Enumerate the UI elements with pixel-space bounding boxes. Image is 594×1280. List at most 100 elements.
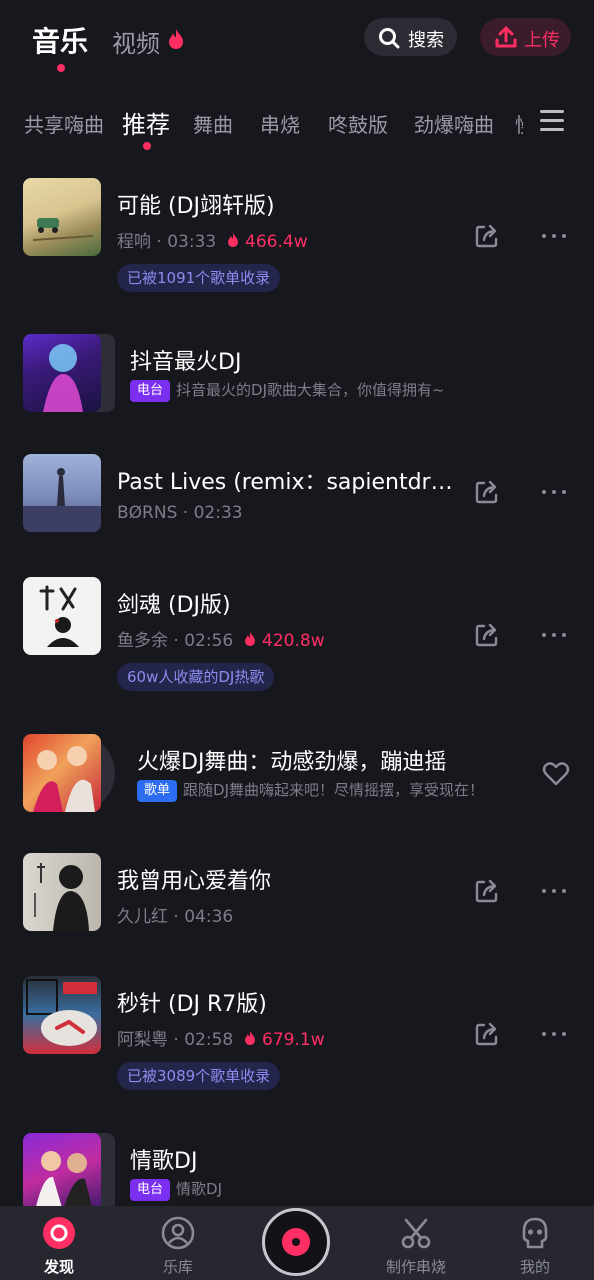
song-title: 秒针 (DJ R7版)	[117, 992, 267, 1017]
song-row[interactable]: 秒针 (DJ R7版) 阿梨粤 · 02:58 679.1w 已被3089个歌单…	[0, 976, 594, 1096]
player-disc-button[interactable]	[262, 1208, 330, 1276]
category-tab[interactable]: 串烧	[260, 109, 300, 138]
collection-subtitle: 电台 情歌DJ	[130, 1178, 222, 1201]
tab-video[interactable]: 视频	[112, 24, 160, 59]
collection-desc: 跟随DJ舞曲嗨起来吧！尽情摇摆，享受现在！	[183, 781, 484, 799]
share-icon[interactable]	[474, 1021, 500, 1047]
menu-icon[interactable]	[536, 108, 568, 134]
heart-icon[interactable]	[542, 760, 570, 786]
song-duration: 02:56	[184, 631, 234, 651]
song-row[interactable]: 我曾用心爱着你 久儿红 · 04:36	[0, 853, 594, 933]
more-icon[interactable]	[542, 631, 568, 639]
song-artist: 鱼多余	[117, 631, 168, 651]
more-icon[interactable]	[542, 488, 568, 496]
upload-icon	[495, 26, 517, 48]
song-tag: 已被1091个歌单收录	[117, 264, 281, 292]
category-tab[interactable]: 劲爆嗨曲	[414, 109, 494, 138]
song-artist: 程响	[117, 232, 151, 252]
more-icon[interactable]	[542, 232, 568, 240]
separator-dot: ·	[156, 232, 162, 252]
collection-subtitle: 歌单 跟随DJ舞曲嗨起来吧！尽情摇摆，享受现在！	[137, 779, 484, 802]
share-icon[interactable]	[474, 479, 500, 505]
song-row[interactable]: 可能 (DJ翊轩版) 程响 · 03:33 466.4w 已被1091个歌单收录	[0, 178, 594, 298]
album-cover	[23, 577, 101, 655]
scissors-icon	[401, 1218, 431, 1249]
collection-row[interactable]: 抖音最火DJ 电台 抖音最火的DJ歌曲大集合，你值得拥有~	[0, 334, 594, 414]
discover-icon	[43, 1217, 75, 1249]
upload-button[interactable]: 上传	[480, 18, 571, 56]
share-icon[interactable]	[474, 878, 500, 904]
song-meta: 阿梨粤 · 02:58 679.1w	[117, 1025, 325, 1050]
fire-icon	[169, 29, 183, 49]
album-cover	[23, 976, 101, 1054]
song-row[interactable]: Past Lives (remix：sapientdr… BØRNS · 02:…	[0, 454, 594, 534]
nav-label: 发现	[43, 1258, 74, 1276]
song-plays: 420.8w	[262, 631, 325, 651]
library-icon	[161, 1216, 195, 1250]
song-duration: 02:58	[184, 1030, 234, 1050]
song-artist: 久儿红	[117, 907, 168, 927]
song-meta: 程响 · 03:33 466.4w	[117, 227, 308, 252]
collection-cover	[23, 734, 115, 812]
category-tab[interactable]: 舞曲	[193, 109, 233, 138]
song-title: 剑魂 (DJ版)	[117, 593, 231, 618]
song-meta: 久儿红 · 04:36	[117, 902, 233, 927]
share-icon[interactable]	[474, 622, 500, 648]
song-meta: 鱼多余 · 02:56 420.8w	[117, 626, 325, 651]
song-title: Past Lives (remix：sapientdr…	[117, 470, 453, 495]
song-title: 可能 (DJ翊轩版)	[117, 194, 275, 219]
song-duration: 03:33	[167, 232, 217, 252]
search-icon	[379, 28, 400, 49]
collection-row[interactable]: 火爆DJ舞曲：动感劲爆，蹦迪摇 歌单 跟随DJ舞曲嗨起来吧！尽情摇摆，享受现在！	[0, 734, 594, 814]
collection-desc: 抖音最火的DJ歌曲大集合，你值得拥有~	[176, 381, 445, 399]
song-title: 我曾用心爱着你	[117, 869, 272, 894]
song-tag: 60w人收藏的DJ热歌	[117, 663, 275, 691]
collection-title: 火爆DJ舞曲：动感劲爆，蹦迪摇	[137, 750, 447, 775]
separator-dot: ·	[173, 631, 179, 651]
song-artist: BØRNS	[117, 503, 178, 523]
nav-discover[interactable]: 发现	[14, 1206, 104, 1280]
album-cover	[23, 454, 101, 532]
more-icon[interactable]	[542, 1030, 568, 1038]
top-bar: 音乐 视频 搜索 上传	[0, 0, 594, 80]
song-tag: 已被3089个歌单收录	[117, 1062, 281, 1090]
search-label: 搜索	[408, 30, 444, 51]
song-row[interactable]: 剑魂 (DJ版) 鱼多余 · 02:56 420.8w 60w人收藏的DJ热歌	[0, 577, 594, 697]
collection-row[interactable]: 情歌DJ 电台 情歌DJ	[0, 1133, 594, 1206]
radio-badge: 电台	[130, 379, 171, 402]
tab-music[interactable]: 音乐	[32, 20, 88, 60]
collection-title: 情歌DJ	[130, 1149, 198, 1174]
fire-icon	[244, 1031, 255, 1045]
nav-label: 制作串烧	[385, 1258, 446, 1276]
category-tab-partial[interactable]: 慢	[515, 109, 523, 138]
nav-library[interactable]: 乐库	[133, 1206, 223, 1280]
category-tab[interactable]: 共享嗨曲	[24, 109, 104, 138]
song-duration: 04:36	[184, 907, 234, 927]
separator-dot: ·	[182, 503, 189, 523]
fire-icon	[244, 632, 255, 646]
nav-label: 我的	[519, 1258, 550, 1276]
nav-make-medley[interactable]: 制作串烧	[371, 1206, 461, 1280]
category-tab-active[interactable]: 推荐	[122, 105, 170, 140]
collection-title: 抖音最火DJ	[130, 350, 242, 375]
collection-desc: 情歌DJ	[176, 1180, 222, 1198]
nav-me[interactable]: 我的	[490, 1206, 580, 1280]
song-artist: 阿梨粤	[117, 1030, 168, 1050]
collection-cover	[23, 334, 115, 412]
collection-cover	[23, 1133, 115, 1206]
category-tabs: 共享嗨曲 推荐 舞曲 串烧 咚鼓版 劲爆嗨曲 慢	[0, 96, 594, 156]
upload-label: 上传	[524, 30, 560, 51]
song-plays: 679.1w	[262, 1030, 325, 1050]
category-indicator	[143, 142, 151, 150]
more-icon[interactable]	[542, 887, 568, 895]
radio-badge: 电台	[130, 1178, 171, 1201]
collection-subtitle: 电台 抖音最火的DJ歌曲大集合，你值得拥有~	[130, 379, 445, 402]
separator-dot: ·	[173, 907, 179, 927]
category-tab[interactable]: 咚鼓版	[328, 109, 388, 138]
share-icon[interactable]	[474, 223, 500, 249]
profile-icon	[522, 1217, 548, 1249]
search-button[interactable]: 搜索	[364, 18, 457, 56]
fire-icon	[227, 233, 238, 247]
vinyl-icon	[282, 1228, 310, 1256]
separator-dot: ·	[173, 1030, 179, 1050]
